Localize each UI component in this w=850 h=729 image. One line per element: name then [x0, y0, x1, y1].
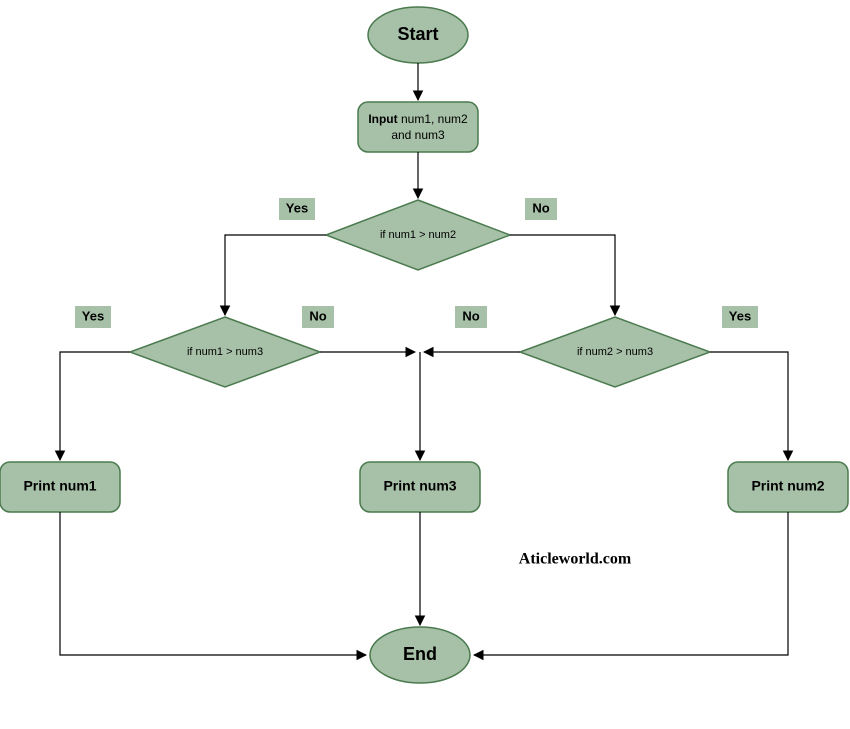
d3-no-text: No [462, 308, 479, 323]
flowchart-diagram: Start Input num1, num2 and num3 if num1 … [0, 0, 850, 729]
decision2-label: if num1 > num3 [187, 346, 263, 358]
watermark: Aticleworld.com [519, 551, 632, 568]
end-label: End [403, 644, 437, 664]
d2-no-text: No [309, 308, 326, 323]
arrow-d1-no [510, 235, 615, 315]
arrow-d3-yes [710, 352, 788, 460]
print1-label: Print num1 [23, 478, 96, 494]
arrow-d1-yes [225, 235, 326, 315]
d1-yes-text: Yes [286, 200, 308, 215]
arrow-p1-end [60, 512, 366, 655]
arrow-d2-yes [60, 352, 130, 460]
decision1-label: if num1 > num2 [380, 229, 456, 241]
print3-label: Print num2 [751, 478, 824, 494]
d2-yes-text: Yes [82, 308, 104, 323]
input-node [358, 102, 478, 152]
input-line2: and num3 [391, 128, 445, 142]
d3-yes-text: Yes [729, 308, 751, 323]
start-label: Start [397, 24, 438, 44]
input-line1: Input num1, num2 [368, 112, 468, 126]
print2-label: Print num3 [383, 478, 456, 494]
decision3-label: if num2 > num3 [577, 346, 653, 358]
arrow-p3-end [474, 512, 788, 655]
d1-no-text: No [532, 200, 549, 215]
